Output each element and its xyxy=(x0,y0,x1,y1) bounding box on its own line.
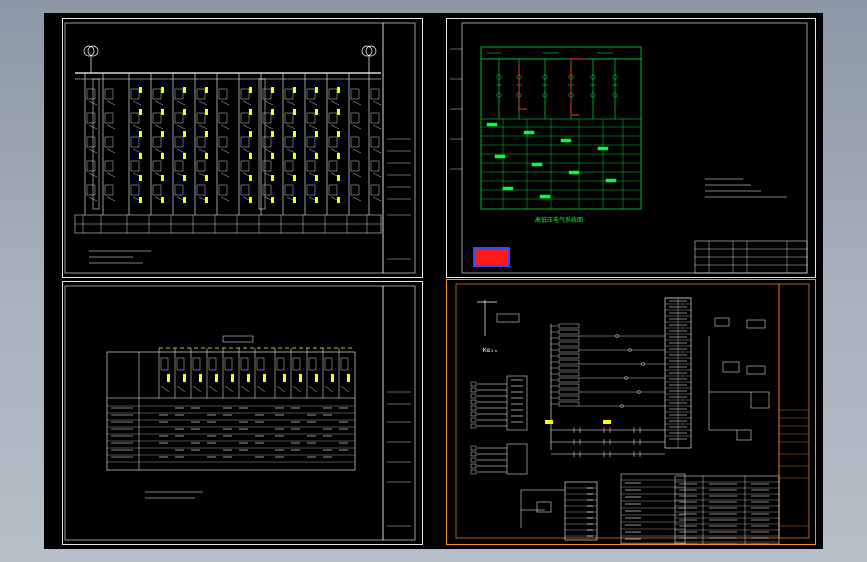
sheet-1-drawing xyxy=(64,22,416,274)
sheet-2-title: 高低压电气系统图 xyxy=(535,217,584,224)
sheet-3[interactable] xyxy=(62,281,423,545)
drawing-canvas[interactable]: 高低压电气系统图 Kα₁ₐ xyxy=(44,13,823,549)
sheet-1[interactable] xyxy=(62,18,423,278)
sheet-4-drawing xyxy=(455,283,810,544)
sheet-2[interactable]: 高低压电气系统图 xyxy=(446,18,816,278)
sheet-3-drawing xyxy=(64,285,416,541)
sheet-2-drawing xyxy=(450,22,808,274)
sheet-4[interactable]: Kα₁ₐ xyxy=(446,279,816,545)
approval-stamp xyxy=(473,247,510,267)
feeder-label: Kα₁ₐ xyxy=(483,347,498,354)
